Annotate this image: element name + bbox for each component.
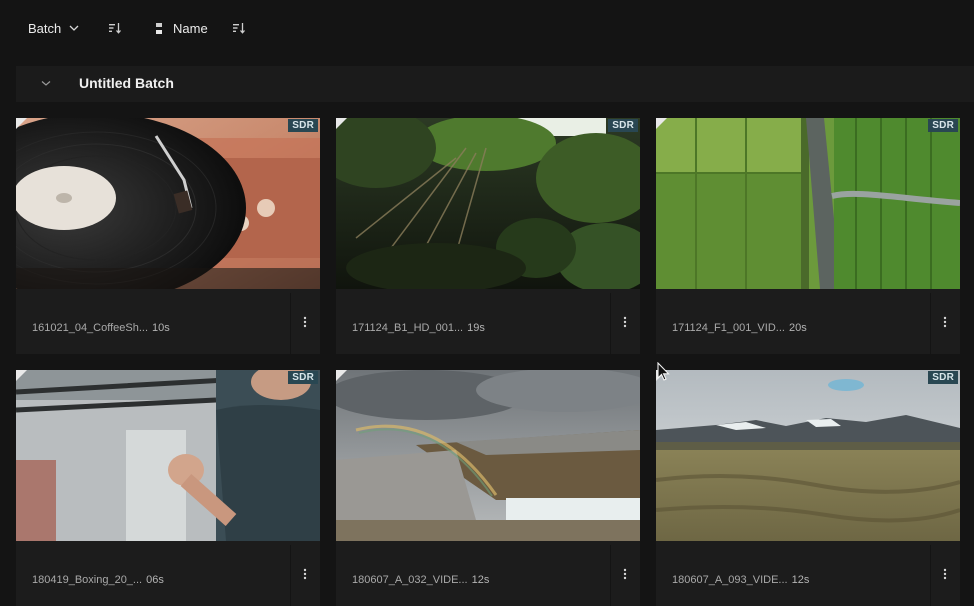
clip-thumbnail[interactable] <box>336 370 640 541</box>
vinyl-record-image <box>16 118 320 289</box>
clip-card[interactable]: SDR 180419_Boxing_20_... 06s <box>16 370 320 606</box>
corner-marker <box>16 370 27 381</box>
aerial-fields-image <box>656 118 960 289</box>
waterfall-image <box>336 370 640 541</box>
chevron-down-icon <box>69 25 79 31</box>
sdr-badge: SDR <box>608 119 638 132</box>
field-icon <box>156 22 162 34</box>
batch-dropdown-label: Batch <box>28 20 62 36</box>
clip-meta: 171124_F1_001_VID... 20s <box>656 289 960 354</box>
sort-icon <box>233 23 245 34</box>
clip-duration: 19s <box>467 322 485 334</box>
clip-label: 171124_B1_HD_001... 19s <box>352 322 485 334</box>
corner-marker <box>336 118 347 129</box>
sdr-badge: SDR <box>928 119 958 132</box>
clip-card[interactable]: 180607_A_032_VIDE... 12s <box>336 370 640 606</box>
more-vertical-icon[interactable] <box>298 567 312 581</box>
meta-divider <box>930 545 931 606</box>
clip-duration: 20s <box>788 322 807 334</box>
batch-header: Untitled Batch <box>16 66 974 102</box>
clip-meta: 171124_B1_HD_001... 19s <box>336 289 640 354</box>
clip-name: 171124_B1_HD_001... <box>352 322 464 334</box>
clip-name: 171124_F1_001_VID... <box>672 322 785 334</box>
meta-divider <box>930 293 931 354</box>
clip-name: 180419_Boxing_20_... <box>32 574 143 586</box>
toolbar: Batch Name <box>0 0 974 58</box>
clip-label: 171124_F1_001_VID... 20s <box>672 322 807 334</box>
more-vertical-icon[interactable] <box>298 315 312 329</box>
batch-title: Untitled Batch <box>79 75 174 91</box>
sort-field-label: Name <box>173 20 208 36</box>
clip-name: 161021_04_CoffeeSh... <box>32 322 149 334</box>
clip-name: 180607_A_093_VIDE... <box>672 574 788 586</box>
sort-field-dropdown[interactable]: Name <box>156 18 208 38</box>
more-vertical-icon[interactable] <box>618 315 632 329</box>
clip-duration: 06s <box>146 574 164 586</box>
jungle-image <box>336 118 640 289</box>
sort-icon <box>109 23 121 34</box>
meta-divider <box>290 545 291 606</box>
clip-card[interactable]: SDR 161021_04_CoffeeSh... 10s <box>16 118 320 354</box>
sdr-badge: SDR <box>288 371 318 384</box>
clip-label: 180607_A_032_VIDE... 12s <box>352 574 489 586</box>
corner-marker <box>336 370 347 381</box>
clip-meta: 180607_A_093_VIDE... 12s <box>656 541 960 606</box>
sort-direction-button[interactable] <box>232 18 246 38</box>
clip-card[interactable]: SDR 180607_A_093_VIDE... 12s <box>656 370 960 606</box>
clip-meta: 180607_A_032_VIDE... 12s <box>336 541 640 606</box>
lava-field-image <box>656 370 960 541</box>
clip-thumbnail[interactable] <box>16 118 320 289</box>
clip-meta: 180419_Boxing_20_... 06s <box>16 541 320 606</box>
sdr-badge: SDR <box>928 371 958 384</box>
clip-label: 180607_A_093_VIDE... 12s <box>672 574 809 586</box>
corner-marker <box>16 118 27 129</box>
more-vertical-icon[interactable] <box>938 315 952 329</box>
clip-card[interactable]: SDR 171124_B1_HD_001... 19s <box>336 118 640 354</box>
clip-name: 180607_A_032_VIDE... <box>352 574 468 586</box>
mouse-pointer-icon <box>657 362 670 381</box>
boxing-image <box>16 370 320 541</box>
batch-dropdown[interactable]: Batch <box>28 18 79 38</box>
meta-divider <box>610 293 611 354</box>
collapse-chevron-icon[interactable] <box>40 77 52 89</box>
clip-thumbnail[interactable] <box>336 118 640 289</box>
clip-meta: 161021_04_CoffeeSh... 10s <box>16 289 320 354</box>
meta-divider <box>610 545 611 606</box>
more-vertical-icon[interactable] <box>618 567 632 581</box>
clip-card[interactable]: SDR 171124_F1_001_VID... 20s <box>656 118 960 354</box>
more-vertical-icon[interactable] <box>938 567 952 581</box>
clip-label: 161021_04_CoffeeSh... 10s <box>32 322 170 334</box>
clip-label: 180419_Boxing_20_... 06s <box>32 574 164 586</box>
clip-duration: 12s <box>471 574 490 586</box>
clip-thumbnail[interactable] <box>656 370 960 541</box>
clip-duration: 10s <box>152 322 170 334</box>
meta-divider <box>290 293 291 354</box>
sdr-badge: SDR <box>288 119 318 132</box>
sort-order-button[interactable] <box>108 18 122 38</box>
clip-duration: 12s <box>791 574 810 586</box>
corner-marker <box>656 118 667 129</box>
clip-thumbnail[interactable] <box>656 118 960 289</box>
clip-thumbnail[interactable] <box>16 370 320 541</box>
